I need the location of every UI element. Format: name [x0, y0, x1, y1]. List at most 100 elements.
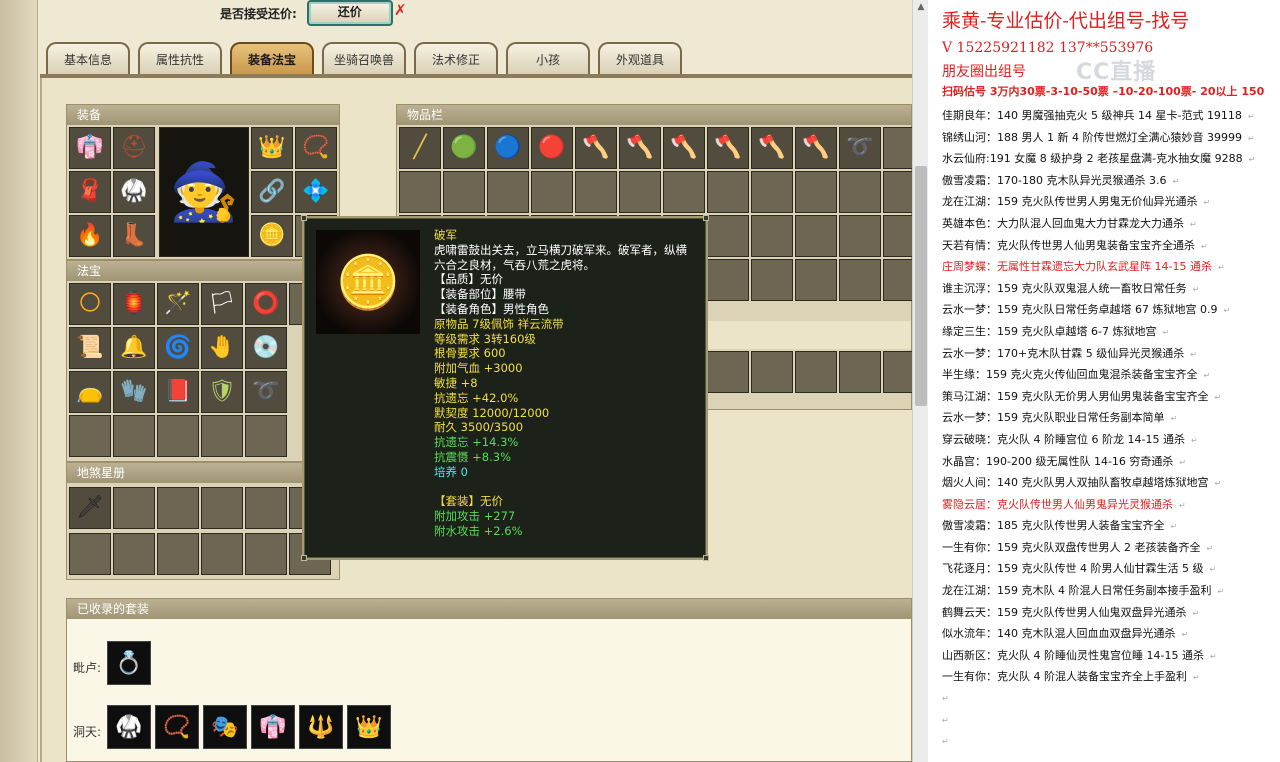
inventory-slot[interactable]	[751, 259, 793, 301]
treasure-slot[interactable]: 🏳	[201, 283, 243, 325]
treasure-slot[interactable]	[245, 415, 287, 457]
scroll-up-arrow-icon[interactable]: ▲	[916, 2, 926, 12]
equipment-slot[interactable]: 👘	[69, 127, 111, 169]
treasure-slot[interactable]: 🛡	[201, 371, 243, 413]
treasure-slot[interactable]	[157, 415, 199, 457]
treasure-slot[interactable]: 🌀	[157, 327, 199, 369]
tab-7[interactable]: 外观道具	[598, 42, 682, 76]
inventory-slot[interactable]: 🪓	[795, 127, 837, 169]
counter-offer-button[interactable]: 还价	[306, 0, 393, 26]
star-book-slot[interactable]	[157, 533, 199, 575]
star-book-slot[interactable]: 🗡	[69, 487, 111, 529]
inventory-slot[interactable]: 🔴	[531, 127, 573, 169]
inventory-slot[interactable]	[795, 215, 837, 257]
equipment-slot[interactable]: 🥋	[113, 171, 155, 213]
treasure-slot[interactable]: ⭕	[245, 283, 287, 325]
inventory-slot[interactable]	[707, 259, 749, 301]
inventory-slot[interactable]	[751, 351, 793, 393]
scrollbar[interactable]: ▲	[912, 0, 928, 762]
inventory-slot[interactable]	[839, 259, 881, 301]
star-book-slot[interactable]	[201, 533, 243, 575]
inventory-slot[interactable]	[795, 171, 837, 213]
inventory-slot[interactable]	[443, 171, 485, 213]
treasure-slot[interactable]: 💿	[245, 327, 287, 369]
inventory-slot[interactable]	[399, 171, 441, 213]
inventory-slot[interactable]: ╱	[399, 127, 441, 169]
inventory-slot[interactable]: ➰	[839, 127, 881, 169]
equipment-slot[interactable]: 👑	[251, 127, 293, 169]
inventory-slot[interactable]	[795, 351, 837, 393]
equipment-slot[interactable]: 🪙	[251, 215, 293, 257]
equipment-slot[interactable]: 🔥	[69, 215, 111, 257]
treasure-slot[interactable]: 📕	[157, 371, 199, 413]
mask-set-icon[interactable]: 🎭	[203, 705, 247, 749]
star-book-slot[interactable]	[245, 533, 287, 575]
inventory-slot[interactable]	[883, 259, 912, 301]
treasure-slot[interactable]: 👝	[69, 371, 111, 413]
inventory-slot[interactable]	[663, 171, 705, 213]
star-book-slot[interactable]	[69, 533, 111, 575]
armor-set-icon[interactable]: 🥋	[107, 705, 151, 749]
amulet-set-icon[interactable]: 🔱	[299, 705, 343, 749]
robe-set-icon[interactable]: 👘	[251, 705, 295, 749]
tab-2[interactable]: 属性抗性	[138, 42, 222, 76]
return-mark-icon: ↵	[1247, 112, 1255, 121]
close-icon[interactable]: ✗	[394, 3, 407, 18]
inventory-slot[interactable]	[751, 171, 793, 213]
crown-set-icon[interactable]: 👑	[347, 705, 391, 749]
inventory-slot[interactable]	[839, 351, 881, 393]
equipment-slot[interactable]: 💠	[295, 171, 337, 213]
treasure-slot[interactable]	[69, 415, 111, 457]
treasure-slot[interactable]: ➰	[245, 371, 287, 413]
treasure-slot[interactable]	[201, 415, 243, 457]
equipment-slot[interactable]: ⛑	[113, 127, 155, 169]
treasure-slot[interactable]: 🤚	[201, 327, 243, 369]
inventory-slot[interactable]	[839, 215, 881, 257]
equipment-slot[interactable]: 🧣	[69, 171, 111, 213]
inventory-slot[interactable]	[751, 215, 793, 257]
tab-3[interactable]: 装备法宝	[230, 42, 314, 76]
inventory-slot[interactable]	[883, 171, 912, 213]
scrollbar-thumb[interactable]	[915, 166, 927, 406]
treasure-slot[interactable]: 📜	[69, 327, 111, 369]
inventory-slot[interactable]	[707, 215, 749, 257]
necklace-set-icon[interactable]: 📿	[155, 705, 199, 749]
inventory-slot[interactable]	[707, 351, 749, 393]
inventory-slot[interactable]	[707, 171, 749, 213]
treasure-slot[interactable]: 🧤	[113, 371, 155, 413]
tab-4[interactable]: 坐骑召唤兽	[322, 42, 406, 76]
star-book-slot[interactable]	[113, 533, 155, 575]
inventory-slot[interactable]	[839, 171, 881, 213]
inventory-slot[interactable]	[883, 215, 912, 257]
treasure-slot[interactable]: 🪄	[157, 283, 199, 325]
golden-ring-icon[interactable]: 💍	[107, 641, 151, 685]
equipment-slot[interactable]: 🔗	[251, 171, 293, 213]
star-book-slot[interactable]	[201, 487, 243, 529]
tab-1[interactable]: 基本信息	[46, 42, 130, 76]
inventory-slot[interactable]	[531, 171, 573, 213]
equipment-slot[interactable]: 👢	[113, 215, 155, 257]
inventory-slot[interactable]	[575, 171, 617, 213]
tab-5[interactable]: 法术修正	[414, 42, 498, 76]
equipment-slot[interactable]: 📿	[295, 127, 337, 169]
inventory-slot[interactable]	[883, 351, 912, 393]
inventory-slot[interactable]: 🪓	[707, 127, 749, 169]
inventory-slot[interactable]: 🪓	[575, 127, 617, 169]
treasure-slot[interactable]: 🌕	[69, 283, 111, 325]
inventory-slot[interactable]	[619, 171, 661, 213]
star-book-slot[interactable]	[157, 487, 199, 529]
inventory-slot[interactable]	[795, 259, 837, 301]
tab-6[interactable]: 小孩	[506, 42, 590, 76]
treasure-slot[interactable]: 🏮	[113, 283, 155, 325]
inventory-slot[interactable]: 🔵	[487, 127, 529, 169]
star-book-slot[interactable]	[113, 487, 155, 529]
treasure-slot[interactable]: 🔔	[113, 327, 155, 369]
inventory-slot[interactable]	[883, 127, 912, 169]
star-book-slot[interactable]	[245, 487, 287, 529]
inventory-slot[interactable]: 🪓	[751, 127, 793, 169]
inventory-slot[interactable]: 🟢	[443, 127, 485, 169]
inventory-slot[interactable]: 🪓	[663, 127, 705, 169]
treasure-slot[interactable]	[113, 415, 155, 457]
inventory-slot[interactable]: 🪓	[619, 127, 661, 169]
inventory-slot[interactable]	[487, 171, 529, 213]
